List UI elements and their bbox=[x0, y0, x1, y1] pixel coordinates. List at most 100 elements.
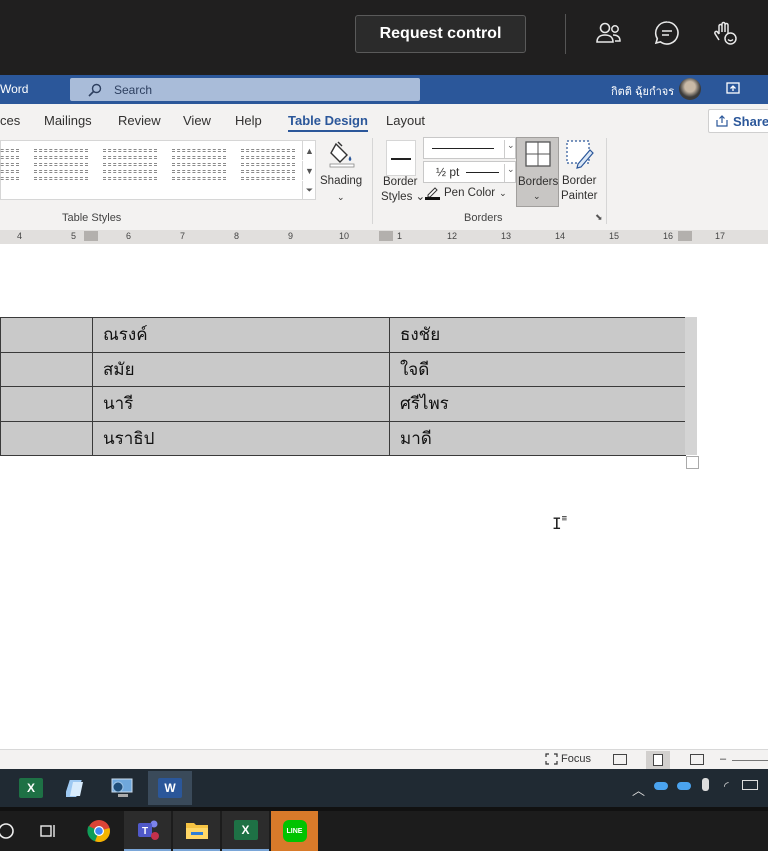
table-cell-last-name[interactable]: ใจดี bbox=[389, 351, 686, 387]
line-style-preview bbox=[432, 148, 494, 149]
tab-table-design[interactable]: Table Design bbox=[288, 113, 368, 132]
pen-color-button[interactable]: Pen Color ⌄ bbox=[425, 186, 507, 200]
border-styles-label-1: Border bbox=[383, 176, 418, 188]
ruler-number: 1 bbox=[397, 231, 403, 241]
remote-desktop-taskbar-icon[interactable] bbox=[101, 771, 145, 805]
excel-icon[interactable]: X bbox=[222, 811, 269, 851]
microphone-icon[interactable] bbox=[702, 778, 709, 791]
table-style-option[interactable] bbox=[34, 149, 88, 193]
focus-button[interactable]: Focus bbox=[545, 753, 591, 765]
read-mode-icon[interactable] bbox=[613, 754, 627, 765]
group-divider bbox=[606, 138, 607, 224]
print-layout-icon bbox=[653, 754, 663, 766]
people-icon[interactable] bbox=[595, 19, 623, 47]
table-cell-first-name[interactable]: สมัย bbox=[92, 351, 390, 387]
raise-hand-icon[interactable] bbox=[711, 19, 739, 47]
ribbon-display-icon[interactable] bbox=[726, 81, 740, 95]
line-style-dropdown[interactable]: ⌄ bbox=[423, 137, 516, 159]
chevron-down-icon: ⌄ bbox=[504, 140, 515, 158]
tab-mailings[interactable]: Mailings bbox=[44, 113, 92, 128]
ruler-number: 13 bbox=[501, 231, 512, 241]
focus-icon bbox=[545, 753, 558, 765]
search-placeholder: Search bbox=[114, 82, 153, 97]
onedrive-icon[interactable] bbox=[677, 782, 691, 790]
tab-layout[interactable]: Layout bbox=[386, 113, 425, 128]
avatar[interactable] bbox=[679, 78, 701, 100]
table-cell-last-name[interactable]: มาดี bbox=[389, 420, 686, 456]
table-resize-handle[interactable] bbox=[686, 456, 699, 469]
table-style-option[interactable] bbox=[241, 149, 295, 193]
border-painter-label-1: Border bbox=[562, 175, 597, 187]
table-styles-gallery: ▲ ▼ ⏷ bbox=[0, 140, 316, 200]
chat-icon[interactable] bbox=[653, 19, 681, 47]
gallery-more[interactable]: ⏷ bbox=[302, 181, 316, 200]
table-style-option[interactable] bbox=[103, 149, 157, 193]
web-layout-icon[interactable] bbox=[690, 754, 704, 765]
file-explorer-icon[interactable] bbox=[173, 811, 220, 851]
excel-taskbar-icon[interactable]: X bbox=[9, 771, 53, 805]
print-layout-button[interactable] bbox=[646, 751, 670, 769]
search-input[interactable]: Search bbox=[70, 78, 420, 101]
document-table[interactable]: ณรงค์ ธงชัย สมัย ใจดี นารี ศรีไพร นราธิป… bbox=[0, 317, 686, 456]
table-cell-last-name[interactable]: ศรีไพร bbox=[389, 386, 686, 422]
teams-icon[interactable]: T bbox=[124, 811, 171, 851]
table-cell-first-name[interactable]: นารี bbox=[92, 386, 390, 422]
gallery-scroll-down[interactable]: ▼ bbox=[302, 161, 316, 180]
borders-button[interactable]: Borders ⌄ bbox=[516, 137, 559, 207]
chevron-down-icon: ⌄ bbox=[499, 188, 507, 198]
gallery-scroll-up[interactable]: ▲ bbox=[302, 141, 316, 160]
tab-review[interactable]: Review bbox=[118, 113, 161, 128]
line-weight-preview bbox=[466, 172, 499, 173]
table-style-option[interactable] bbox=[0, 149, 19, 193]
table-style-option[interactable] bbox=[172, 149, 226, 193]
table-cell[interactable] bbox=[0, 317, 93, 353]
tab-view[interactable]: View bbox=[183, 113, 211, 128]
zoom-out-icon[interactable]: – bbox=[720, 753, 726, 765]
tab-help[interactable]: Help bbox=[235, 113, 262, 128]
notes-taskbar-icon[interactable] bbox=[55, 771, 99, 805]
end-of-row-markers bbox=[685, 317, 697, 455]
table-row: นราธิป มาดี bbox=[0, 420, 686, 456]
table-row: ณรงค์ ธงชัย bbox=[0, 317, 686, 353]
table-cell[interactable] bbox=[0, 420, 93, 456]
border-painter-label-2: Painter bbox=[561, 190, 598, 202]
chrome-icon[interactable] bbox=[75, 811, 122, 851]
request-control-button[interactable]: Request control bbox=[355, 15, 526, 53]
table-cell[interactable] bbox=[0, 351, 93, 387]
indent-marker[interactable] bbox=[84, 231, 98, 241]
line-weight-dropdown[interactable]: ½ pt ⌄ bbox=[423, 161, 516, 183]
table-cell-last-name[interactable]: ธงชัย bbox=[389, 317, 686, 353]
table-cell[interactable] bbox=[0, 386, 93, 422]
document-page[interactable]: ณรงค์ ธงชัย สมัย ใจดี นารี ศรีไพร นราธิป… bbox=[0, 244, 768, 749]
shading-button[interactable]: Shading ⌄ bbox=[320, 140, 362, 206]
tab-references[interactable]: ces bbox=[0, 113, 20, 128]
column-marker[interactable] bbox=[379, 231, 393, 241]
battery-icon[interactable] bbox=[742, 780, 758, 790]
wifi-icon[interactable]: ◜ bbox=[724, 779, 729, 793]
zoom-slider[interactable] bbox=[732, 760, 768, 761]
table-cell-first-name[interactable]: นราธิป bbox=[92, 420, 390, 456]
remote-taskbar: X W ︿ ◜ bbox=[0, 769, 768, 807]
border-painter-button[interactable]: Border Painter bbox=[560, 137, 602, 207]
borders-label: Borders bbox=[518, 176, 559, 188]
pen-icon bbox=[425, 187, 440, 200]
chevron-up-icon[interactable]: ︿ bbox=[632, 780, 645, 799]
border-styles-button[interactable] bbox=[386, 140, 416, 176]
word-taskbar-icon[interactable]: W bbox=[148, 771, 192, 805]
table-row: นารี ศรีไพร bbox=[0, 386, 686, 422]
word-title-bar: Word Search กิตติ ฉุ้ยกำจร bbox=[0, 75, 768, 104]
column-marker[interactable] bbox=[678, 231, 692, 241]
share-label: Share bbox=[733, 113, 768, 129]
table-row: สมัย ใจดี bbox=[0, 351, 686, 387]
svg-text:T: T bbox=[141, 826, 147, 837]
line-app-icon[interactable]: LINE bbox=[271, 811, 318, 851]
group-label-table-styles: Table Styles bbox=[62, 212, 122, 224]
share-button[interactable]: Share bbox=[708, 109, 768, 133]
dialog-launcher-icon[interactable]: ⬊ bbox=[595, 212, 603, 223]
ruler-number: 5 bbox=[71, 231, 77, 241]
ruler-number: 10 bbox=[339, 231, 350, 241]
table-cell-first-name[interactable]: ณรงค์ bbox=[92, 317, 390, 353]
search-icon bbox=[88, 83, 102, 97]
task-view-icon[interactable] bbox=[24, 811, 71, 851]
onedrive-icon[interactable] bbox=[654, 782, 668, 790]
